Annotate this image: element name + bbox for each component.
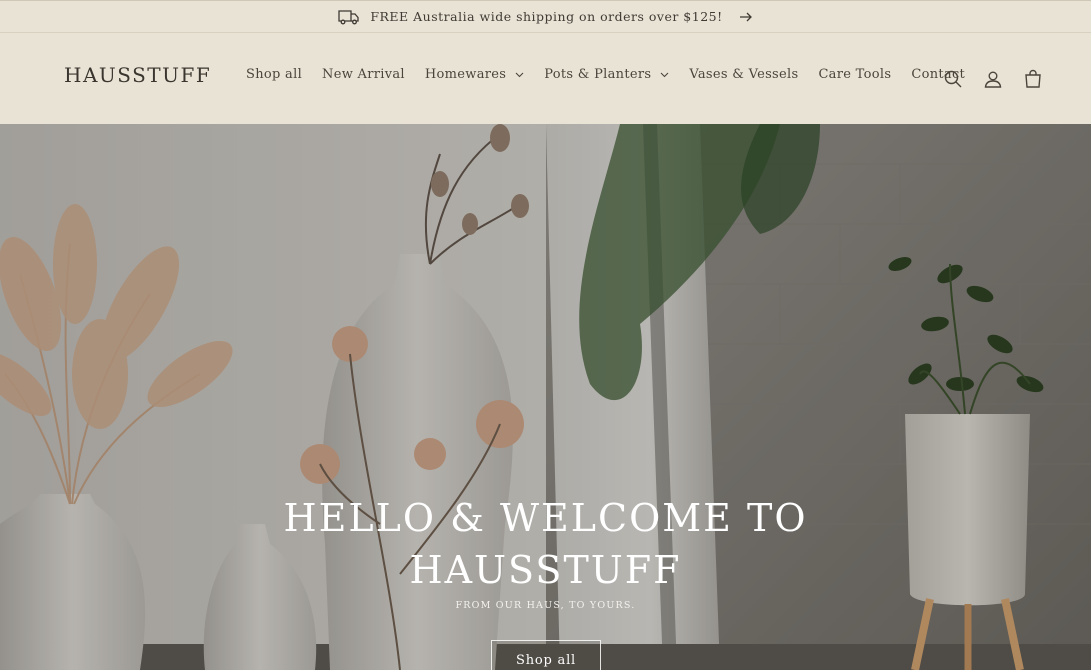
chevron-down-icon (660, 72, 669, 77)
nav-label: Homewares (424, 67, 507, 82)
nav-label: Pots & Planters (544, 67, 652, 82)
announcement-text: FREE Australia wide shipping on orders o… (370, 9, 723, 24)
truck-icon (338, 9, 359, 24)
shop-all-button[interactable]: Shop all (491, 640, 601, 670)
hero-title-line2: HAUSSTUFF (409, 548, 682, 592)
cart-icon[interactable] (1023, 69, 1043, 89)
nav-item-shop-all[interactable]: Shop all (236, 67, 312, 82)
nav-item-homewares[interactable]: Homewares (415, 67, 534, 82)
main-nav: Shop all New Arrival Homewares Pots & Pl… (236, 67, 975, 82)
shop-all-button-label: Shop all (515, 652, 577, 668)
nav-label: Care Tools (818, 67, 892, 82)
header-icons (943, 69, 1043, 89)
search-icon[interactable] (943, 69, 963, 89)
nav-item-care-tools[interactable]: Care Tools (808, 67, 901, 82)
nav-item-pots-planters[interactable]: Pots & Planters (534, 67, 679, 82)
hero-title-line1: HELLO & WELCOME TO (283, 496, 808, 540)
site-header: HAUSSTUFF Shop all New Arrival Homewares… (0, 33, 1091, 124)
nav-label: New Arrival (322, 67, 405, 82)
nav-label: Shop all (246, 67, 303, 82)
arrow-right-icon[interactable] (739, 11, 753, 23)
site-logo[interactable]: HAUSSTUFF (64, 63, 211, 87)
account-icon[interactable] (983, 69, 1003, 89)
nav-item-vases-vessels[interactable]: Vases & Vessels (679, 67, 808, 82)
hero-banner: HELLO & WELCOME TO HAUSSTUFF FROM OUR HA… (0, 124, 1091, 670)
hero-subtitle: FROM OUR HAUS, TO YOURS. (455, 600, 636, 611)
hero-title: HELLO & WELCOME TO HAUSSTUFF (0, 492, 1091, 596)
chevron-down-icon (515, 72, 524, 77)
announcement-bar[interactable]: FREE Australia wide shipping on orders o… (0, 0, 1091, 33)
nav-item-new-arrival[interactable]: New Arrival (312, 67, 415, 82)
nav-label: Vases & Vessels (689, 67, 799, 82)
